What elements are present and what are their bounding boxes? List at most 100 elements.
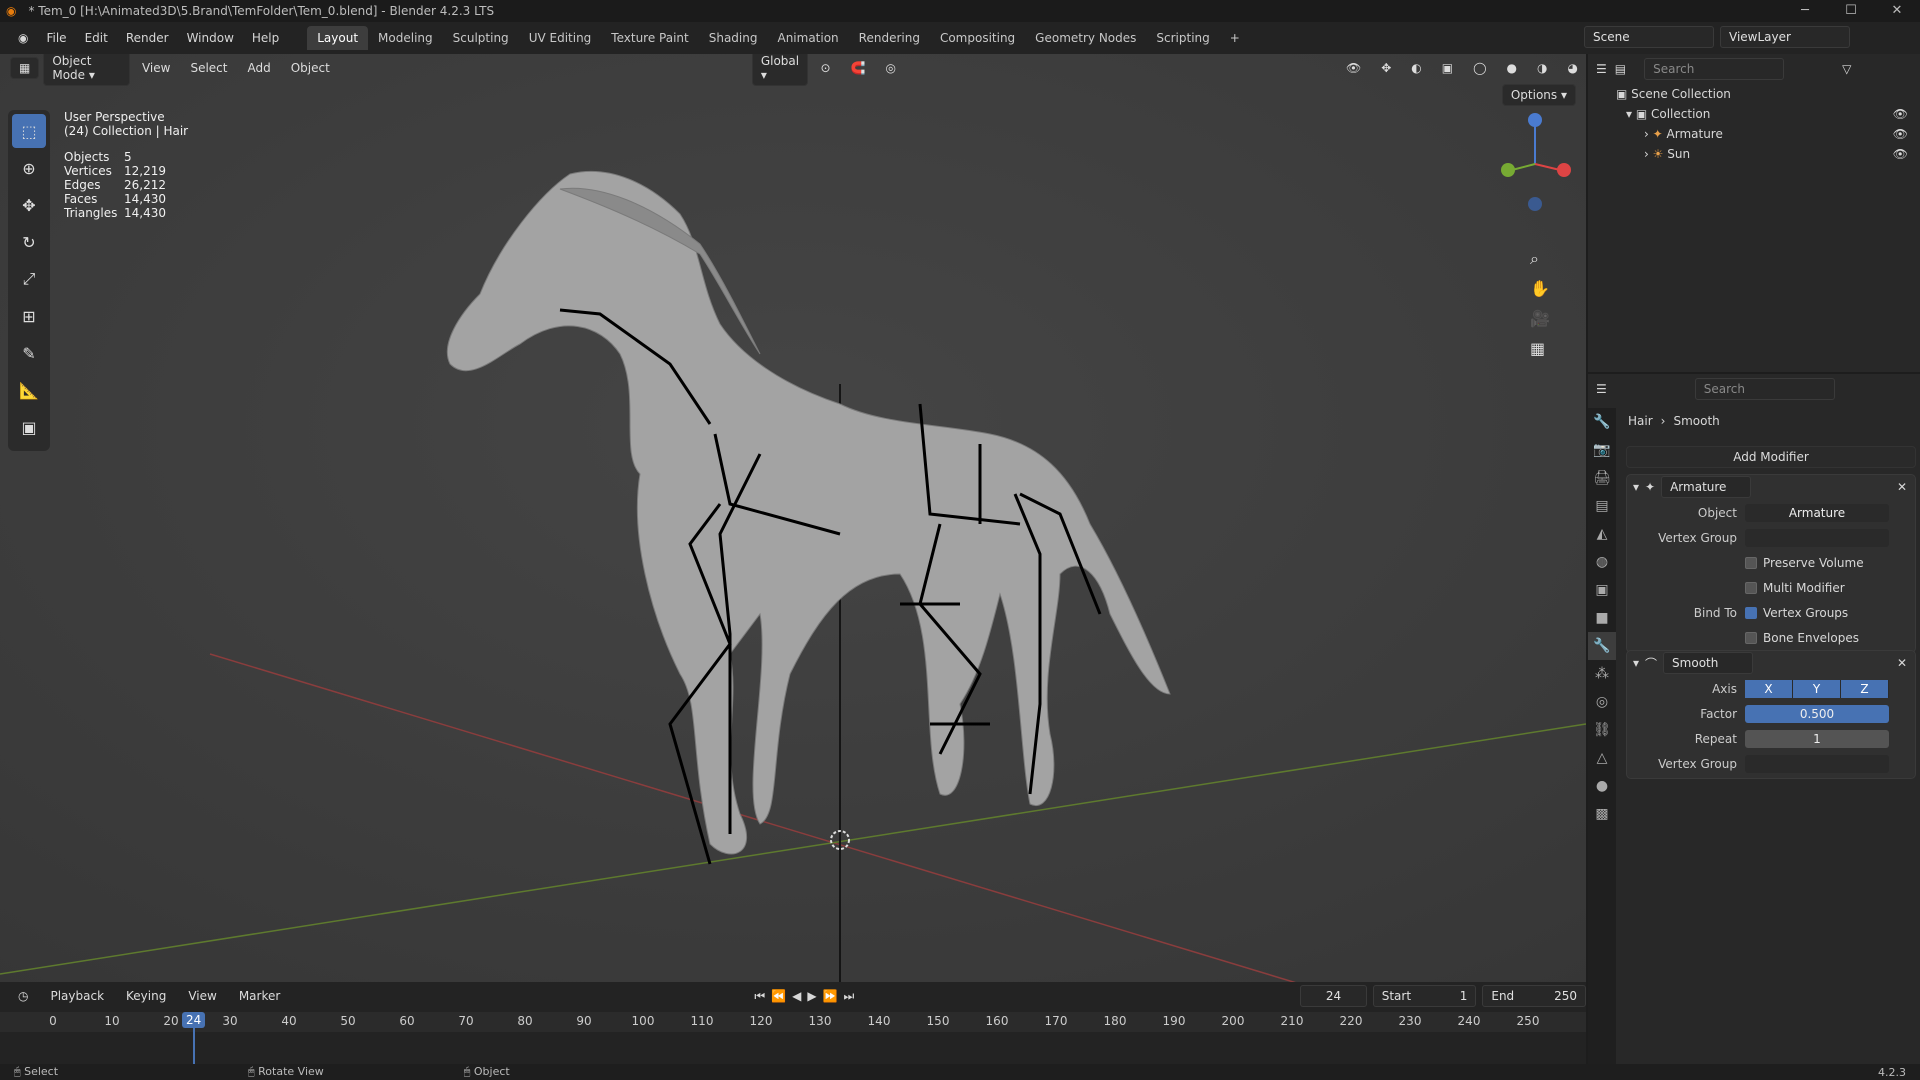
collection-tab-icon[interactable]: ▣ <box>1588 576 1616 604</box>
menu-help[interactable]: Help <box>244 27 287 49</box>
pivot-icon[interactable]: ⊙ <box>812 58 838 78</box>
solid-shading-icon[interactable]: ● <box>1499 58 1525 78</box>
tab-sculpting[interactable]: Sculpting <box>443 26 519 50</box>
minimize-icon[interactable]: ─ <box>1782 0 1828 22</box>
annotate-icon[interactable]: ✎ <box>12 336 46 370</box>
axis-y-toggle[interactable]: Y <box>1793 680 1841 698</box>
menu-edit[interactable]: Edit <box>77 27 116 49</box>
eye-icon[interactable]: 👁 <box>1893 144 1908 164</box>
xray-icon[interactable]: ▣ <box>1434 58 1461 78</box>
measure-icon[interactable]: 📐 <box>12 373 46 407</box>
view-layer-tab-icon[interactable]: ▤ <box>1588 492 1616 520</box>
playback-menu[interactable]: Playback <box>42 986 112 1006</box>
tab-animation[interactable]: Animation <box>767 26 848 50</box>
world-tab-icon[interactable]: ◍ <box>1588 548 1616 576</box>
menu-render[interactable]: Render <box>118 27 177 49</box>
close-icon[interactable]: ✕ <box>1874 0 1920 22</box>
eye-icon[interactable]: 👁 <box>1893 124 1908 144</box>
keying-menu[interactable]: Keying <box>118 986 174 1006</box>
select-menu[interactable]: Select <box>182 58 235 78</box>
tab-rendering[interactable]: Rendering <box>849 26 930 50</box>
move-icon[interactable]: ✥ <box>12 188 46 222</box>
rotate-icon[interactable]: ↻ <box>12 225 46 259</box>
transform-icon[interactable]: ⊞ <box>12 299 46 333</box>
add-menu[interactable]: Add <box>240 58 279 78</box>
blender-menu-icon[interactable]: ◉ <box>10 27 36 49</box>
render-tab-icon[interactable]: 📷 <box>1588 436 1616 464</box>
smooth-modifier-name[interactable]: Smooth <box>1663 652 1754 674</box>
tab-layout[interactable]: Layout <box>307 26 369 50</box>
3d-viewport[interactable]: ▦ Object Mode ▾ View Select Add Object G… <box>0 54 1586 982</box>
tab-compositing[interactable]: Compositing <box>930 26 1025 50</box>
scene-tab-icon[interactable]: ◭ <box>1588 520 1616 548</box>
proportional-icon[interactable]: ◎ <box>878 58 904 78</box>
visibility-icon[interactable]: 👁 <box>1338 58 1369 78</box>
axis-z-toggle[interactable]: Z <box>1841 680 1889 698</box>
rendered-shading-icon[interactable]: ◕ <box>1560 58 1586 78</box>
data-tab-icon[interactable]: △ <box>1588 744 1616 772</box>
mode-select[interactable]: Object Mode ▾ <box>43 54 130 86</box>
frame-ruler[interactable]: 0 10 20 30 40 50 60 70 80 90 100 110 120 130 140 150 160… <box>0 1012 1586 1032</box>
particles-tab-icon[interactable]: ⁂ <box>1588 660 1616 688</box>
armature-modifier-header[interactable]: ▾ ✦ Armature ✕ <box>1627 475 1915 499</box>
tab-modeling[interactable]: Modeling <box>368 26 443 50</box>
editor-type-icon[interactable]: ▦ <box>10 57 40 79</box>
factor-slider[interactable]: 0.500 <box>1745 705 1889 723</box>
texture-tab-icon[interactable]: ▩ <box>1588 800 1616 828</box>
jump-end-icon[interactable]: ⏭ <box>844 989 855 1004</box>
outliner-item[interactable]: › ☀ Sun 👁 <box>1616 144 1920 164</box>
material-shading-icon[interactable]: ◑ <box>1529 58 1555 78</box>
timeline-type-icon[interactable]: ◷ <box>10 986 36 1006</box>
armature-modifier-name[interactable]: Armature <box>1661 476 1752 498</box>
bone-envelopes-checkbox[interactable] <box>1745 632 1757 644</box>
delete-modifier-icon[interactable]: ✕ <box>1897 656 1907 670</box>
outliner-item[interactable]: › ✦ Armature 👁 <box>1616 124 1920 144</box>
tool-tab-icon[interactable]: 🔧 <box>1588 408 1616 436</box>
object-menu[interactable]: Object <box>283 58 338 78</box>
add-workspace-icon[interactable]: + <box>1220 26 1250 50</box>
object-field[interactable]: Armature <box>1745 504 1889 522</box>
outliner-search[interactable]: Search <box>1644 58 1785 80</box>
transform-orientation[interactable]: Global ▾ <box>751 54 809 86</box>
gizmo-icon[interactable]: ✥ <box>1373 58 1399 78</box>
current-frame-field[interactable]: 24 <box>1300 985 1367 1007</box>
play-reverse-icon[interactable]: ◀ <box>792 989 801 1003</box>
vertex-groups-checkbox[interactable] <box>1745 607 1757 619</box>
tab-scripting[interactable]: Scripting <box>1146 26 1219 50</box>
navigation-gizmo[interactable]: ⌕ ✋ 🎥 ▦ <box>1490 104 1580 384</box>
outliner-collection[interactable]: ▾ ▣ Collection 👁 <box>1616 104 1920 124</box>
menu-file[interactable]: File <box>38 27 74 49</box>
delete-modifier-icon[interactable]: ✕ <box>1897 480 1907 494</box>
scale-icon[interactable]: ⤢ <box>12 262 46 296</box>
vertex-group-field[interactable] <box>1745 755 1889 773</box>
repeat-field[interactable]: 1 <box>1745 730 1889 748</box>
prev-key-icon[interactable]: ⏪ <box>771 989 786 1003</box>
object-tab-icon[interactable]: ■ <box>1588 604 1616 632</box>
viewlayer-field[interactable]: ViewLayer <box>1720 26 1850 48</box>
tab-uv-editing[interactable]: UV Editing <box>519 26 602 50</box>
menu-window[interactable]: Window <box>179 27 242 49</box>
filter-icon[interactable]: ▽ <box>1842 62 1851 76</box>
play-icon[interactable]: ▶ <box>807 989 816 1003</box>
view-menu[interactable]: View <box>134 58 178 78</box>
timeline-view-menu[interactable]: View <box>180 986 224 1006</box>
constraints-tab-icon[interactable]: ⛓ <box>1588 716 1616 744</box>
output-tab-icon[interactable]: 🖨 <box>1588 464 1616 492</box>
next-key-icon[interactable]: ⏩ <box>823 989 838 1003</box>
maximize-icon[interactable]: ☐ <box>1828 0 1874 22</box>
smooth-modifier-header[interactable]: ▾ ⌒ Smooth ✕ <box>1627 651 1915 675</box>
modifier-tab-icon[interactable]: 🔧 <box>1588 632 1616 660</box>
tab-texture-paint[interactable]: Texture Paint <box>601 26 698 50</box>
props-type-icon[interactable]: ☰ <box>1596 382 1607 396</box>
axis-x-toggle[interactable]: X <box>1745 680 1793 698</box>
material-tab-icon[interactable]: ● <box>1588 772 1616 800</box>
scene-field[interactable]: Scene <box>1584 26 1714 48</box>
start-frame-field[interactable]: Start 1 <box>1372 985 1477 1007</box>
select-box-icon[interactable]: ⬚ <box>12 114 46 148</box>
props-search[interactable]: Search <box>1694 378 1835 400</box>
end-frame-field[interactable]: End 250 <box>1482 985 1586 1007</box>
preserve-volume-checkbox[interactable] <box>1745 557 1757 569</box>
physics-tab-icon[interactable]: ◎ <box>1588 688 1616 716</box>
wireframe-shading-icon[interactable]: ◯ <box>1465 58 1494 78</box>
add-modifier-button[interactable]: Add Modifier <box>1626 446 1916 468</box>
